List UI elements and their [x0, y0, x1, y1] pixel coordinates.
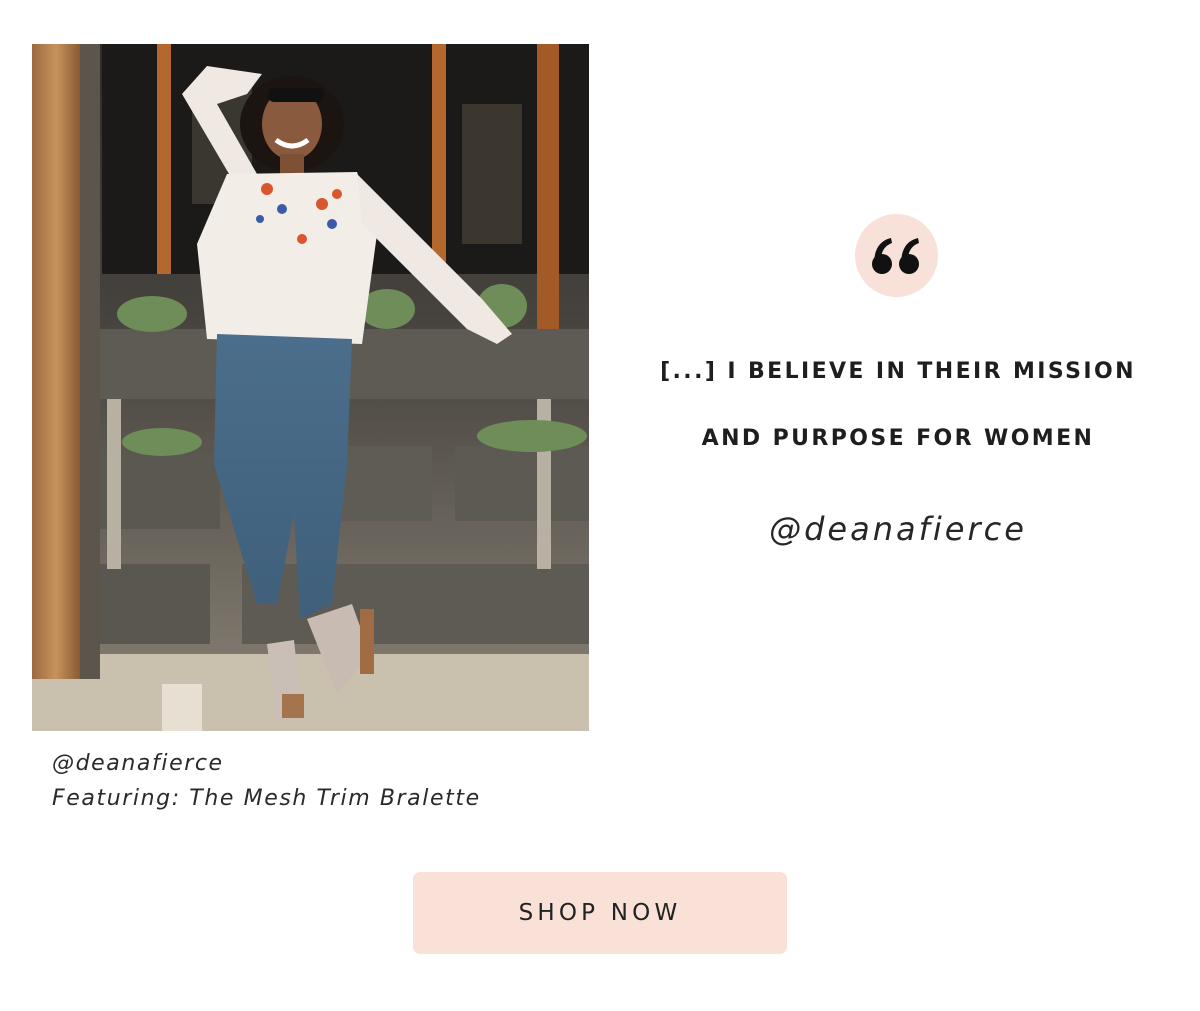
- shop-now-button[interactable]: SHOP NOW: [413, 872, 787, 954]
- quote-line-1: [...] I BELIEVE IN THEIR MISSION: [660, 359, 1136, 384]
- quote-line-2: AND PURPOSE FOR WOMEN: [701, 426, 1095, 451]
- quote-badge: [855, 214, 938, 297]
- quote-author: @deanafierce: [769, 510, 1027, 548]
- testimonial-quote: [...] I BELIEVE IN THEIR MISSION AND PUR…: [640, 338, 1156, 472]
- quote-open-icon: [871, 237, 919, 274]
- photo-caption: @deanafierce Featuring: The Mesh Trim Br…: [52, 746, 572, 816]
- caption-handle: @deanafierce: [52, 751, 224, 776]
- caption-featuring: Featuring: The Mesh Trim Bralette: [52, 786, 481, 811]
- photo-illustration: [32, 44, 589, 731]
- featured-photo: [32, 44, 589, 731]
